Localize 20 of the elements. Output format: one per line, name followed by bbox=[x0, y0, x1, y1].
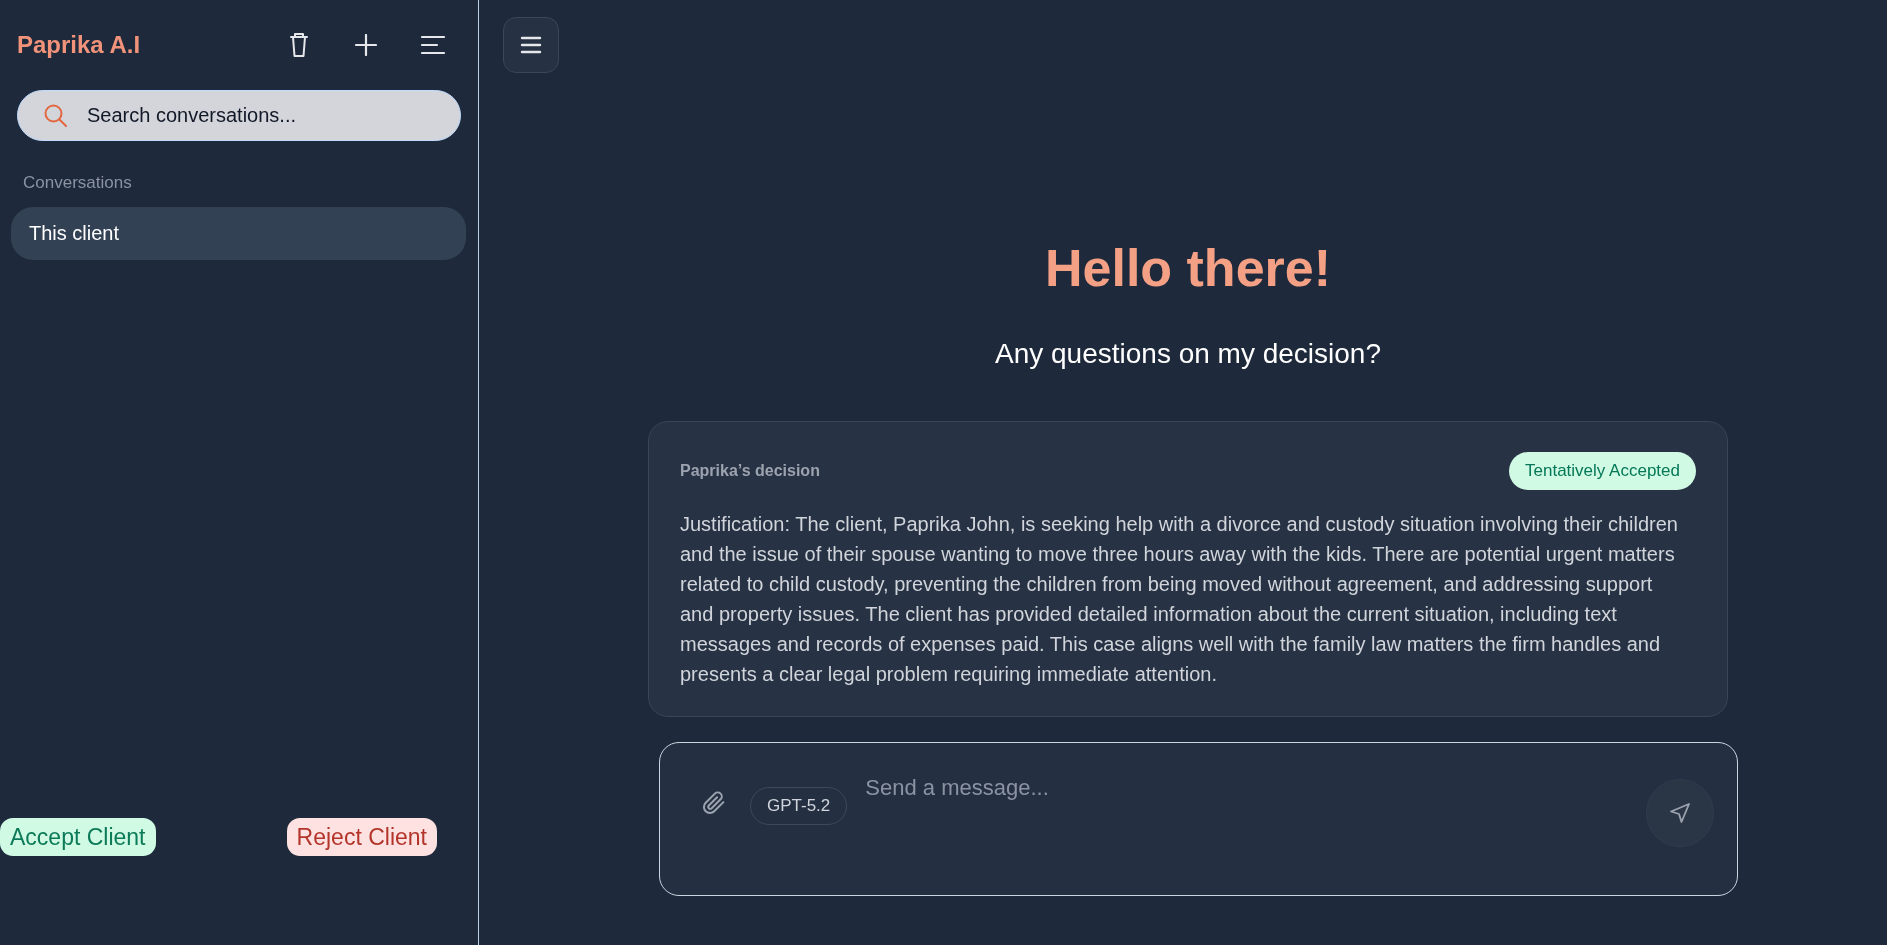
app-title: Paprika A.I bbox=[17, 31, 141, 59]
menu-icon bbox=[421, 35, 445, 55]
card-label: Paprika’s decision bbox=[680, 462, 820, 480]
justification-text: Justification: The client, Paprika John, is seeking help with a divorce and custody situation involving their children and the issue of their spouse wanting to move three hours away with the kids. There are potential urgent matters related to child custody, preventing the children from being moved without agreement, and addressing support and property issues. The client has provided detailed information about the current situation, including text messages and records of expenses paid. This case aligns well with the family law matters the firm handles and presents a clear legal problem requiring immediate attention. bbox=[680, 512, 1679, 687]
paperclip-icon bbox=[702, 791, 726, 815]
search-icon bbox=[44, 104, 67, 127]
greeting-heading: Hello there! bbox=[1044, 238, 1332, 299]
subheading: Any questions on my decision? bbox=[995, 337, 1381, 371]
menu-icon bbox=[520, 36, 542, 54]
search-field[interactable]: Search conversations... bbox=[17, 90, 461, 141]
reject-button[interactable]: Reject Client bbox=[286, 818, 437, 856]
send-icon bbox=[1670, 803, 1690, 823]
section-label: Conversations bbox=[23, 173, 132, 193]
menu-button[interactable] bbox=[503, 17, 559, 73]
message-input[interactable]: Send a message... bbox=[865, 774, 1630, 802]
status-badge: Tentatively Accepted bbox=[1509, 452, 1696, 490]
trash-icon bbox=[289, 32, 309, 58]
accept-button[interactable]: Accept Client bbox=[0, 818, 156, 856]
plus-icon bbox=[355, 34, 377, 56]
conversation-item[interactable]: This client bbox=[11, 207, 466, 260]
